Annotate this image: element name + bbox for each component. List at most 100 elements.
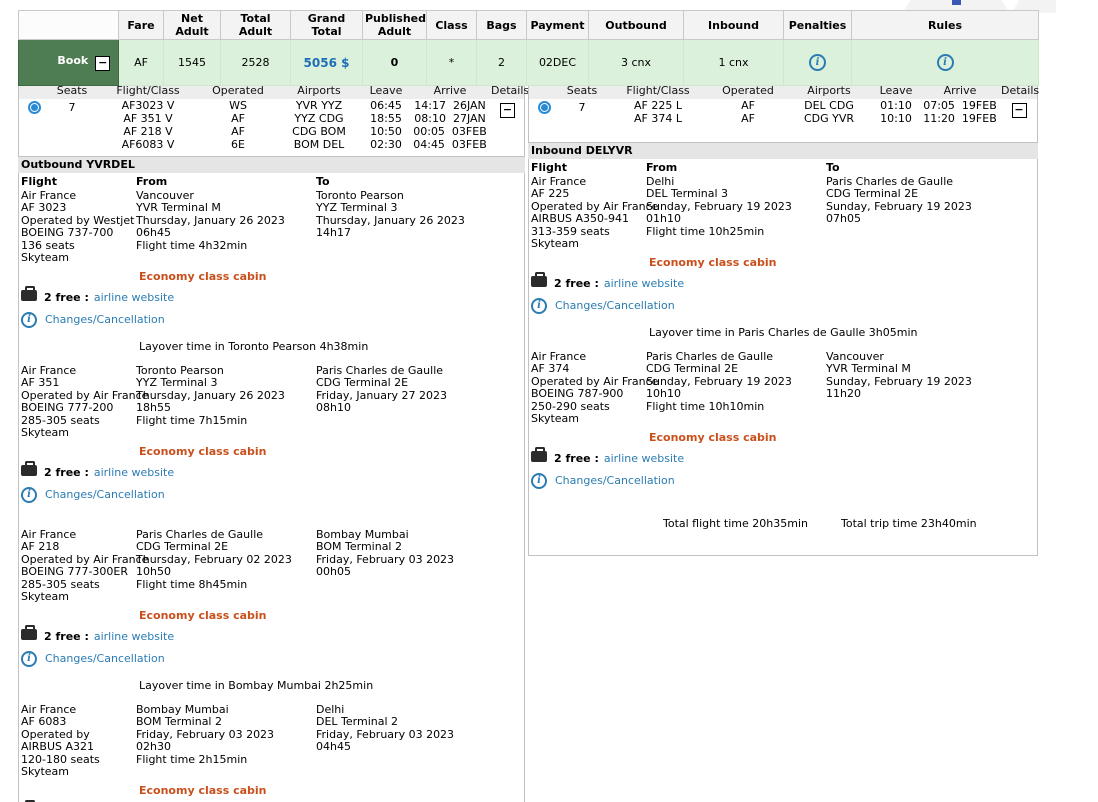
flight-leg-row: AF 351 V AF YYZ CDG 18:55 08:10 27JAN	[19, 112, 524, 125]
flight-leg-row: 7 AF 225 L AF DEL CDG 01:10 07:05 19FEB	[529, 99, 1037, 112]
segment-flight-info: Air France AF 218 Operated by Air France…	[21, 529, 136, 604]
fare-summary-table: Fare Net Adult Total Adult Grand Total P…	[18, 10, 1039, 86]
baggage-icon	[531, 276, 547, 287]
inbound-section-title: Inbound DELYVR	[528, 143, 1038, 159]
changes-cancellation-link[interactable]: Changes/Cancellation	[45, 313, 165, 326]
flight-segment: Air France AF 351 Operated by Air France…	[21, 365, 524, 523]
col-header-rules: Rules	[852, 11, 1039, 40]
baggage-icon	[531, 451, 547, 462]
cabin-class-label: Economy class cabin	[649, 256, 1037, 269]
details-column-headers: Flight From To	[531, 162, 1037, 175]
baggage-icon	[21, 629, 37, 640]
info-icon	[531, 298, 547, 314]
airline-website-link[interactable]: airline website	[94, 466, 174, 479]
total-adult-value: 2528	[221, 40, 291, 86]
net-adult-value: 1545	[164, 40, 221, 86]
layover-note: Layover time in Paris Charles de Gaulle …	[649, 326, 1037, 339]
rules-info-icon[interactable]	[937, 54, 954, 71]
baggage-icon	[21, 465, 37, 476]
fare-header-row: Fare Net Adult Total Adult Grand Total P…	[19, 11, 1039, 40]
outbound-collapse-details-icon[interactable]	[500, 103, 515, 118]
airline-website-link[interactable]: airline website	[94, 630, 174, 643]
inbound-cnx-value: 1 cnx	[684, 40, 784, 86]
flight-leg-row: AF6083 V 6E BOM DEL 02:30 04:45 03FEB	[19, 138, 524, 151]
total-flight-time: Total flight time 20h35min	[663, 517, 808, 530]
info-icon	[21, 487, 37, 503]
outbound-cnx-value: 3 cnx	[589, 40, 684, 86]
outbound-details: Flight From To Air France AF 3023 Operat…	[18, 173, 525, 802]
changes-cancellation-link[interactable]: Changes/Cancellation	[45, 488, 165, 501]
inbound-panel: InboundSunday, February 19 2023 Seats Fl…	[528, 64, 1038, 556]
trip-totals: Total flight time 20h35min Total trip tim…	[635, 504, 1037, 543]
col-header-published-adult: Published Adult	[363, 11, 427, 40]
segment-to-info: Paris Charles de Gaulle CDG Terminal 2E …	[826, 176, 1037, 226]
inbound-flights-box: Seats Flight/Class Operated Airports Lea…	[528, 80, 1038, 143]
seats-value: 7	[49, 99, 95, 151]
total-trip-time: Total trip time 23h40min	[841, 517, 977, 530]
flight-segment: Air France AF 218 Operated by Air France…	[21, 529, 524, 692]
collapse-fare-icon[interactable]	[95, 56, 110, 71]
baggage-icon	[21, 290, 37, 301]
outbound-itinerary-radio[interactable]	[28, 101, 41, 114]
fare-results-page: Fare Net Adult Total Adult Grand Total P…	[0, 0, 1098, 802]
segment-to-info: Delhi DEL Terminal 2 Friday, February 03…	[316, 704, 524, 754]
inbound-collapse-details-icon[interactable]	[1012, 103, 1027, 118]
info-icon	[531, 473, 547, 489]
inbound-itinerary-radio[interactable]	[538, 101, 551, 114]
segment-flight-info: Air France AF 351 Operated by Air France…	[21, 365, 136, 440]
baggage-allowance: 2 free :	[44, 466, 89, 479]
published-adult-value: 0	[363, 40, 427, 86]
segment-to-info: Toronto Pearson YYZ Terminal 3 Thursday,…	[316, 190, 524, 240]
segment-from-info: Bombay Mumbai BOM Terminal 2 Friday, Feb…	[136, 704, 316, 767]
segment-from-info: Delhi DEL Terminal 3 Sunday, February 19…	[646, 176, 826, 239]
outbound-panel: OutboundThursday, January 26 2023 Seats …	[18, 64, 525, 802]
col-header-total-adult: Total Adult	[221, 11, 291, 40]
layover-note	[21, 509, 524, 523]
changes-cancellation-link[interactable]: Changes/Cancellation	[555, 474, 675, 487]
details-column-headers: Flight From To	[21, 176, 524, 189]
col-header-grand-total: Grand Total	[291, 11, 363, 40]
baggage-allowance: 2 free :	[554, 277, 599, 290]
baggage-allowance: 2 free :	[44, 630, 89, 643]
airline-website-link[interactable]: airline website	[604, 452, 684, 465]
changes-cancellation-link[interactable]: Changes/Cancellation	[555, 299, 675, 312]
airline-website-link[interactable]: airline website	[604, 277, 684, 290]
flight-segment: Air France AF 3023 Operated by Westjet B…	[21, 190, 524, 353]
segment-flight-info: Air France AF 225 Operated by Air France…	[531, 176, 646, 251]
changes-cancellation-link[interactable]: Changes/Cancellation	[45, 652, 165, 665]
penalties-info-icon[interactable]	[809, 54, 826, 71]
col-header-payment: Payment	[527, 11, 589, 40]
info-icon	[21, 312, 37, 328]
segment-from-info: Paris Charles de Gaulle CDG Terminal 2E …	[136, 529, 316, 592]
segment-to-info: Vancouver YVR Terminal M Sunday, Februar…	[826, 351, 1037, 401]
cabin-class-label: Economy class cabin	[139, 270, 524, 283]
book-button-label: Book	[57, 54, 88, 67]
class-value: *	[427, 40, 477, 86]
flight-segment: Air France AF 225 Operated by Air France…	[531, 176, 1037, 339]
segment-flight-info: Air France AF 6083 Operated by AIRBUS A3…	[21, 704, 136, 779]
col-header-fare: Fare	[119, 11, 164, 40]
segment-to-info: Bombay Mumbai BOM Terminal 2 Friday, Feb…	[316, 529, 524, 579]
outbound-flights-table: Seats Flight/Class Operated Airports Lea…	[19, 82, 524, 151]
segment-from-info: Toronto Pearson YYZ Terminal 3 Thursday,…	[136, 365, 316, 428]
cabin-class-label: Economy class cabin	[139, 445, 524, 458]
grand-total-value[interactable]: 5056 $	[291, 40, 363, 86]
outbound-section-title: Outbound YVRDEL	[18, 157, 525, 173]
col-header-penalties: Penalties	[784, 11, 852, 40]
layover-note: Layover time in Bombay Mumbai 2h25min	[139, 679, 524, 692]
airline-website-link[interactable]: airline website	[94, 291, 174, 304]
outbound-flights-box: Seats Flight/Class Operated Airports Lea…	[18, 80, 525, 157]
cabin-class-label: Economy class cabin	[139, 784, 524, 797]
segment-from-info: Vancouver YVR Terminal M Thursday, Janua…	[136, 190, 316, 253]
info-icon	[21, 651, 37, 667]
flight-segment: Air France AF 6083 Operated by AIRBUS A3…	[21, 704, 524, 802]
col-header-inbound: Inbound	[684, 11, 784, 40]
col-header-class: Class	[427, 11, 477, 40]
inbound-details: Flight From To Air France AF 225 Operate…	[528, 159, 1038, 556]
col-header-outbound: Outbound	[589, 11, 684, 40]
book-button[interactable]: Book	[19, 40, 119, 86]
segment-flight-info: Air France AF 3023 Operated by Westjet B…	[21, 190, 136, 265]
cabin-class-label: Economy class cabin	[139, 609, 524, 622]
tab-icon	[952, 0, 961, 5]
col-header-net-adult: Net Adult	[164, 11, 221, 40]
